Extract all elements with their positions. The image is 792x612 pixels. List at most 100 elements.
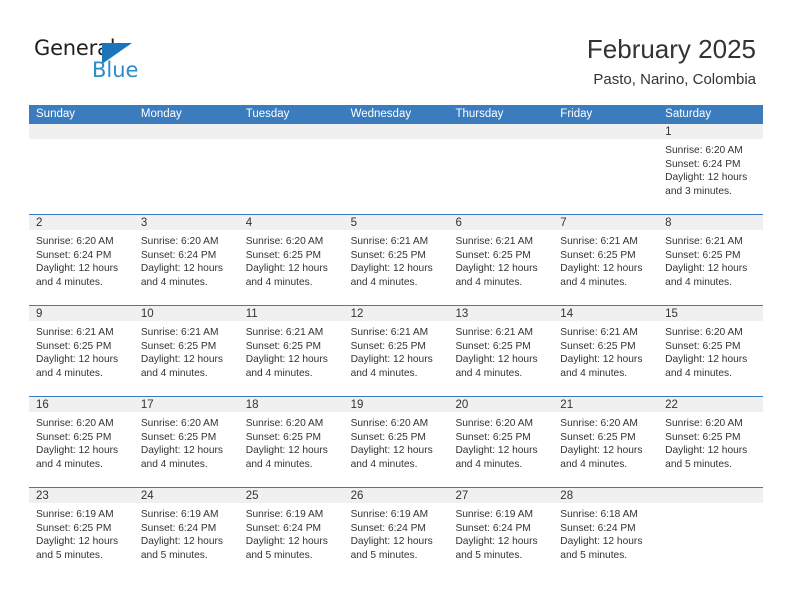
day-cell[interactable]: 2 Sunrise: 6:20 AM Sunset: 6:24 PM Daylight… (29, 215, 134, 305)
day-cell[interactable]: 13 Sunrise: 6:21 AM Sunset: 6:25 PM Dayligh… (448, 306, 554, 396)
day-cell[interactable]: 27 Sunrise: 6:19 AM Sunset: 6:24 PM Dayligh… (448, 488, 554, 578)
sunrise-text: Sunrise: 6:21 AM (140, 327, 219, 338)
day-cell[interactable]: 14 Sunrise: 6:21 AM Sunset: 6:25 PM Dayligh… (553, 306, 659, 396)
daylight-text-line2: and 4 minutes. (665, 276, 732, 288)
day-cell-header (29, 306, 134, 322)
sunset-text: Sunset: 6:25 PM (140, 431, 217, 443)
day-cell[interactable]: 16 Sunrise: 6:20 AM Sunset: 6:25 PM Dayligh… (29, 397, 134, 487)
day-cell-body: Sunrise: 6:20 AM Sunset: 6:25 PM Daylight:… (658, 322, 763, 380)
sunrise-text: Sunrise: 6:20 AM (140, 236, 219, 247)
sunset-text: Sunset: 6:24 PM (36, 249, 112, 261)
sunrise-text: Sunrise: 6:19 AM (36, 509, 114, 520)
day-cell-body: Sunrise: 6:20 AM Sunset: 6:25 PM Daylight:… (553, 413, 658, 471)
sunrise-text: Sunrise: 6:20 AM (245, 236, 324, 247)
weekday-header-row: Sunday Monday Tuesday Wednesday Thursday… (29, 105, 763, 124)
daylight-text-line2: and 4 minutes. (350, 276, 418, 288)
day-number: 24 (140, 490, 154, 502)
day-cell[interactable]: 1 Sunrise: 6:20 AM Sunset: 6:24 PM Daylight… (658, 124, 764, 214)
sunset-text: Sunset: 6:25 PM (36, 340, 112, 352)
day-cell-body: Sunrise: 6:21 AM Sunset: 6:25 PM Daylight:… (344, 231, 449, 289)
daylight-text-line1: Daylight: 12 hours (140, 263, 223, 275)
sunrise-text: Sunrise: 6:19 AM (455, 509, 534, 520)
day-cell[interactable]: 11 Sunrise: 6:21 AM Sunset: 6:25 PM Dayligh… (238, 306, 344, 396)
day-cell[interactable]: 20 Sunrise: 6:20 AM Sunset: 6:25 PM Dayligh… (448, 397, 554, 487)
day-cell-body: Sunrise: 6:19 AM Sunset: 6:24 PM Daylight:… (134, 504, 239, 562)
day-number: 1 (665, 126, 672, 138)
day-cell-header (133, 124, 239, 140)
day-cell[interactable]: 15 Sunrise: 6:20 AM Sunset: 6:25 PM Dayligh… (658, 306, 764, 396)
day-cell[interactable]: 5 Sunrise: 6:21 AM Sunset: 6:25 PM Daylight… (343, 215, 449, 305)
day-cell[interactable]: 9 Sunrise: 6:21 AM Sunset: 6:25 PM Daylight… (29, 306, 134, 396)
sunset-text: Sunset: 6:25 PM (245, 340, 322, 352)
general-blue-logo[interactable]: General Blue (34, 36, 144, 84)
day-cell[interactable]: 8 Sunrise: 6:21 AM Sunset: 6:25 PM Daylight… (658, 215, 764, 305)
daylight-text-line2: and 5 minutes. (665, 458, 732, 470)
day-cell-body: Sunrise: 6:21 AM Sunset: 6:25 PM Daylight:… (448, 231, 553, 289)
day-cell[interactable]: 22 Sunrise: 6:20 AM Sunset: 6:25 PM Dayligh… (658, 397, 764, 487)
sunrise-text: Sunrise: 6:21 AM (350, 236, 429, 247)
daylight-text-line1: Daylight: 12 hours (140, 354, 223, 366)
sunset-text: Sunset: 6:25 PM (36, 431, 112, 443)
daylight-text-line2: and 5 minutes. (245, 549, 313, 561)
day-cell[interactable]: 7 Sunrise: 6:21 AM Sunset: 6:25 PM Daylight… (553, 215, 659, 305)
sunrise-text: Sunrise: 6:20 AM (665, 327, 743, 338)
day-cell[interactable]: 25 Sunrise: 6:19 AM Sunset: 6:24 PM Dayligh… (238, 488, 344, 578)
sunset-text: Sunset: 6:24 PM (140, 249, 217, 261)
day-number: 22 (665, 399, 678, 411)
day-number: 19 (350, 399, 364, 411)
day-number: 25 (245, 490, 259, 502)
daylight-text-line1: Daylight: 12 hours (350, 445, 433, 457)
day-cell[interactable]: 17 Sunrise: 6:20 AM Sunset: 6:25 PM Dayligh… (133, 397, 239, 487)
weekday-header-saturday: Saturday (665, 108, 712, 120)
day-cell[interactable]: 3 Sunrise: 6:20 AM Sunset: 6:24 PM Daylight… (133, 215, 239, 305)
day-cell[interactable]: 21 Sunrise: 6:20 AM Sunset: 6:25 PM Dayligh… (553, 397, 659, 487)
sunset-text: Sunset: 6:24 PM (350, 522, 426, 534)
sunset-text: Sunset: 6:25 PM (350, 431, 426, 443)
day-cell[interactable]: 4 Sunrise: 6:20 AM Sunset: 6:25 PM Daylight… (238, 215, 344, 305)
day-cell-header (238, 124, 344, 140)
sunrise-text: Sunrise: 6:20 AM (560, 418, 638, 429)
sunrise-text: Sunrise: 6:20 AM (665, 418, 743, 429)
daylight-text-line1: Daylight: 12 hours (665, 263, 748, 275)
day-cell[interactable]: 28 Sunrise: 6:18 AM Sunset: 6:24 PM Dayligh… (553, 488, 659, 578)
daylight-text-line1: Daylight: 12 hours (455, 445, 538, 457)
day-cell-header (29, 124, 134, 140)
day-number: 16 (36, 399, 49, 411)
day-cell[interactable]: 19 Sunrise: 6:20 AM Sunset: 6:25 PM Dayligh… (343, 397, 449, 487)
daylight-text-line2: and 5 minutes. (140, 549, 208, 561)
day-cell-body: Sunrise: 6:20 AM Sunset: 6:25 PM Daylight:… (239, 231, 344, 289)
day-cell[interactable]: 6 Sunrise: 6:21 AM Sunset: 6:25 PM Daylight… (448, 215, 554, 305)
day-cell[interactable]: 23 Sunrise: 6:19 AM Sunset: 6:25 PM Dayligh… (29, 488, 134, 578)
sunset-text: Sunset: 6:25 PM (665, 431, 741, 443)
day-cell[interactable]: 12 Sunrise: 6:21 AM Sunset: 6:25 PM Dayligh… (343, 306, 449, 396)
day-cell-body: Sunrise: 6:20 AM Sunset: 6:25 PM Daylight:… (344, 413, 449, 471)
day-cell-body: Sunrise: 6:21 AM Sunset: 6:25 PM Daylight:… (134, 322, 239, 380)
day-number: 17 (140, 399, 154, 411)
sunset-text: Sunset: 6:25 PM (245, 431, 322, 443)
day-cell[interactable]: 24 Sunrise: 6:19 AM Sunset: 6:24 PM Dayligh… (133, 488, 239, 578)
weekday-header-wednesday: Wednesday (350, 108, 412, 120)
day-cell-body: Sunrise: 6:19 AM Sunset: 6:24 PM Daylight:… (344, 504, 449, 562)
day-cell[interactable]: 18 Sunrise: 6:20 AM Sunset: 6:25 PM Dayligh… (238, 397, 344, 487)
day-cell-header (238, 215, 344, 231)
daylight-text-line2: and 4 minutes. (140, 367, 208, 379)
day-cell-body: Sunrise: 6:20 AM Sunset: 6:24 PM Daylight:… (658, 140, 763, 198)
weekday-header-tuesday: Tuesday (245, 108, 290, 120)
day-cell-empty (29, 124, 134, 214)
daylight-text-line2: and 5 minutes. (36, 549, 103, 561)
calendar-week-row: 9 Sunrise: 6:21 AM Sunset: 6:25 PM Daylight… (29, 305, 764, 396)
daylight-text-line2: and 4 minutes. (140, 276, 208, 288)
day-number: 18 (245, 399, 259, 411)
daylight-text-line1: Daylight: 12 hours (36, 263, 119, 275)
day-cell[interactable]: 26 Sunrise: 6:19 AM Sunset: 6:24 PM Dayligh… (343, 488, 449, 578)
sunrise-text: Sunrise: 6:20 AM (36, 418, 114, 429)
daylight-text-line2: and 4 minutes. (245, 458, 313, 470)
weekday-header-monday: Monday (140, 108, 182, 120)
daylight-text-line1: Daylight: 12 hours (560, 354, 643, 366)
calendar-week-row: 2 Sunrise: 6:20 AM Sunset: 6:24 PM Daylight… (29, 214, 764, 305)
daylight-text-line1: Daylight: 12 hours (665, 445, 748, 457)
sunrise-text: Sunrise: 6:21 AM (560, 327, 638, 338)
daylight-text-line2: and 4 minutes. (455, 276, 523, 288)
day-cell[interactable]: 10 Sunrise: 6:21 AM Sunset: 6:25 PM Dayligh… (133, 306, 239, 396)
day-number: 23 (36, 490, 49, 502)
